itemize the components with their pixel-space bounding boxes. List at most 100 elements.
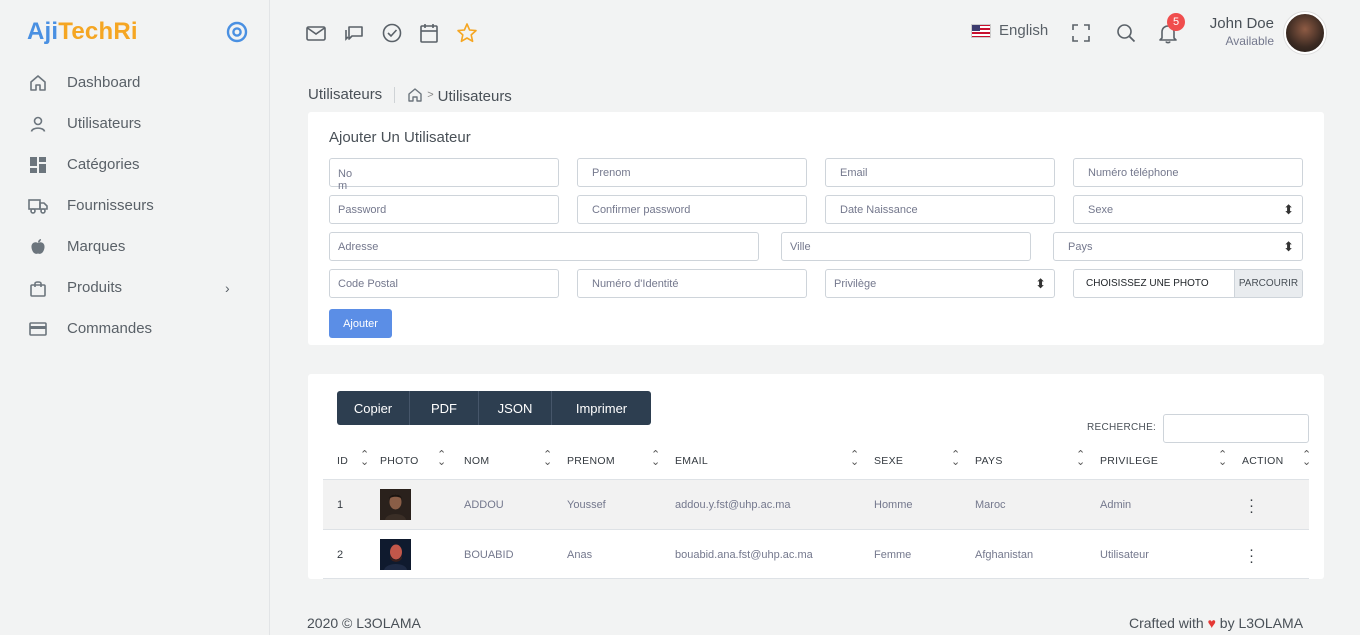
privilege-select[interactable]: Privilège	[825, 269, 1055, 298]
search-input[interactable]	[1163, 414, 1309, 443]
cell-privilege: Utilisateur	[1100, 549, 1149, 561]
sort-icon[interactable]: ⌃ ⌄	[651, 450, 660, 468]
sexe-select[interactable]: Sexe	[1073, 195, 1303, 224]
menu-toggle-icon[interactable]	[226, 21, 248, 43]
chat-icon[interactable]	[343, 22, 365, 44]
telephone-input[interactable]: Numéro téléphone	[1073, 158, 1303, 187]
column-header-id[interactable]: ID	[337, 455, 348, 467]
column-header-photo[interactable]: PHOTO	[380, 455, 419, 467]
us-flag-icon	[971, 23, 991, 38]
pdf-button[interactable]: PDF	[410, 391, 479, 425]
sidebar-item-label: Catégories	[67, 156, 140, 173]
nom-input[interactable]: No m	[329, 158, 559, 192]
sidebar-item-produits[interactable]: Produits ›	[0, 267, 270, 308]
user-status: Available	[1225, 34, 1274, 48]
users-table-card: Copier PDF JSON Imprimer RECHERCHE: ID ⌃…	[308, 374, 1324, 579]
sidebar-item-marques[interactable]: Marques	[0, 226, 270, 267]
pays-select[interactable]: Pays	[1053, 232, 1303, 261]
search-label: RECHERCHE:	[1087, 422, 1157, 433]
sort-icon[interactable]: ⌃ ⌄	[1218, 450, 1227, 468]
sidebar-item-dashboard[interactable]: Dashboard	[0, 62, 270, 103]
cell-id: 2	[337, 549, 344, 561]
column-header-nom[interactable]: NOM	[464, 455, 489, 467]
sort-icon[interactable]: ⌃ ⌄	[360, 450, 369, 468]
check-circle-icon[interactable]	[381, 22, 403, 44]
add-user-form-card: Ajouter Un Utilisateur No m Prenom Email…	[308, 112, 1324, 345]
code-postal-input[interactable]: Code Postal	[329, 269, 559, 298]
breadcrumb-current: Utilisateurs	[437, 88, 512, 105]
sidebar-item-label: Marques	[67, 238, 126, 255]
language-selector[interactable]: English	[971, 22, 1048, 39]
sidebar-item-label: Dashboard	[67, 74, 141, 91]
card-icon	[28, 319, 48, 339]
cell-email: bouabid.ana.fst@uhp.ac.ma	[675, 549, 813, 561]
calendar-icon[interactable]	[418, 22, 440, 44]
sort-icon[interactable]: ⌃ ⌄	[437, 450, 446, 468]
fullscreen-icon[interactable]	[1070, 22, 1092, 44]
sort-icon[interactable]: ⌃ ⌄	[1076, 450, 1085, 468]
user-info[interactable]: John Doe Available	[1196, 15, 1274, 48]
column-header-prenom[interactable]: PRENOM	[567, 455, 615, 467]
sidebar-item-label: Utilisateurs	[67, 115, 142, 132]
nom-placeholder-line-1: No	[338, 168, 353, 180]
user-icon	[28, 114, 48, 134]
form-title: Ajouter Un Utilisateur	[329, 129, 471, 146]
column-header-email[interactable]: EMAIL	[675, 455, 708, 467]
confirm-password-input[interactable]: Confirmer password	[577, 195, 807, 224]
search-icon[interactable]	[1115, 22, 1137, 44]
browse-button[interactable]: PARCOURIR	[1234, 270, 1302, 297]
column-header-privilege[interactable]: PRIVILEGE	[1100, 455, 1158, 467]
date-naissance-input[interactable]: Date Naissance	[825, 195, 1055, 224]
sidebar-item-fournisseurs[interactable]: Fournisseurs	[0, 185, 270, 226]
sidebar-item-utilisateurs[interactable]: Utilisateurs	[0, 103, 270, 144]
prenom-input[interactable]: Prenom	[577, 158, 807, 187]
more-options-icon[interactable]: · · ·	[1249, 492, 1254, 519]
cell-privilege: Admin	[1100, 499, 1132, 511]
heart-icon: ♥	[1207, 615, 1216, 631]
add-user-button[interactable]: Ajouter	[329, 309, 392, 338]
sidebar-nav: Dashboard Utilisateurs Catégories Fourni…	[0, 62, 270, 349]
breadcrumb-divider	[394, 86, 396, 103]
photo-file-input[interactable]: CHOISISSEZ UNE PHOTO PARCOURIR	[1073, 269, 1303, 298]
export-button-group: Copier PDF JSON Imprimer	[337, 391, 651, 425]
table-row[interactable]: 2 BOUABID Anas bouabid.ana.fst@uhp.ac.ma…	[323, 529, 1309, 579]
star-icon[interactable]	[456, 22, 478, 44]
sidebar-item-commandes[interactable]: Commandes	[0, 308, 270, 349]
column-header-sexe[interactable]: SEXE	[874, 455, 903, 467]
sort-icon[interactable]: ⌃ ⌄	[1302, 450, 1311, 468]
cell-prenom: Youssef	[567, 499, 606, 511]
footer-credit-suffix: by L3OLAMA	[1219, 615, 1304, 631]
mail-icon[interactable]	[305, 22, 327, 44]
more-options-icon[interactable]: · · ·	[1249, 542, 1254, 569]
sort-icon[interactable]: ⌃ ⌄	[951, 450, 960, 468]
ville-input[interactable]: Ville	[781, 232, 1031, 261]
cell-prenom: Anas	[567, 549, 593, 561]
adresse-input[interactable]: Adresse	[329, 232, 759, 261]
numero-identite-input[interactable]: Numéro d'Identité	[577, 269, 807, 298]
copy-button[interactable]: Copier	[337, 391, 410, 425]
truck-icon	[28, 196, 48, 216]
logo[interactable]: AjiTechRi	[27, 18, 138, 46]
cell-pays: Maroc	[975, 499, 1006, 511]
email-input[interactable]: Email	[825, 158, 1055, 187]
column-header-pays[interactable]: PAYS	[975, 455, 1003, 467]
cell-email: addou.y.fst@uhp.ac.ma	[675, 499, 791, 511]
print-button[interactable]: Imprimer	[552, 391, 651, 425]
sidebar-item-categories[interactable]: Catégories	[0, 144, 270, 185]
bag-icon	[28, 278, 48, 298]
chevron-right-icon: ›	[225, 279, 230, 296]
home-icon[interactable]	[407, 87, 423, 103]
avatar[interactable]	[1284, 12, 1326, 54]
sort-icon[interactable]: ⌃ ⌄	[543, 450, 552, 468]
user-photo	[380, 489, 411, 520]
json-button[interactable]: JSON	[479, 391, 552, 425]
password-input[interactable]: Password	[329, 195, 559, 224]
breadcrumb: Utilisateurs > Utilisateurs	[308, 84, 512, 105]
column-header-action[interactable]: ACTION	[1242, 455, 1283, 467]
cell-sexe: Femme	[874, 549, 912, 561]
sidebar-item-label: Fournisseurs	[67, 197, 154, 214]
cell-sexe: Homme	[874, 499, 913, 511]
sort-icon[interactable]: ⌃ ⌄	[850, 450, 859, 468]
user-name: John Doe	[1209, 15, 1274, 32]
table-row[interactable]: 1 ADDOU Youssef addou.y.fst@uhp.ac.ma Ho…	[323, 479, 1309, 529]
